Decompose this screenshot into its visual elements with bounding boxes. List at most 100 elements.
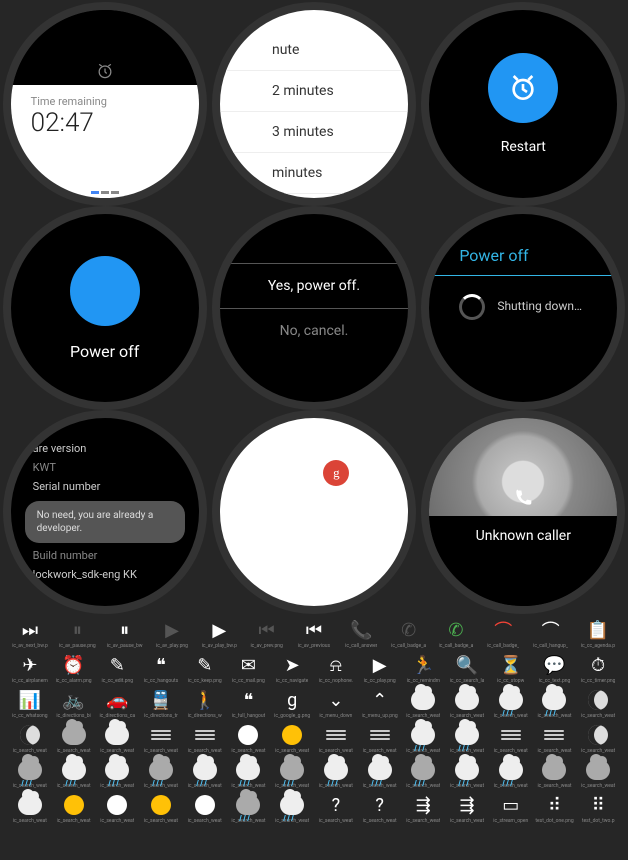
agenda-icon[interactable]: 📋ic_cc_agenda.p bbox=[576, 618, 620, 649]
alarm-icon bbox=[95, 61, 115, 81]
r11-icon[interactable]: ic_search_weat bbox=[445, 758, 489, 789]
mail-icon[interactable]: ✉ic_cc_mail.png bbox=[227, 653, 271, 684]
poweroff-button[interactable] bbox=[70, 256, 140, 326]
w-cr2-icon[interactable]: ic_search_weat bbox=[445, 723, 489, 754]
play2-icon[interactable]: ▶ic_cc_play.png bbox=[358, 653, 402, 684]
s2-icon[interactable]: ic_search_weat bbox=[52, 793, 96, 824]
car-icon[interactable]: 🚗ic_directions_ca bbox=[95, 688, 139, 719]
walk-icon[interactable]: 🚶ic_directions_w bbox=[183, 688, 227, 719]
play-icon[interactable]: ▶ic_av_play_bw.p bbox=[197, 618, 241, 649]
w-cr1-icon[interactable]: ic_search_weat bbox=[401, 723, 445, 754]
search-icon[interactable]: 🔍ic_cc_search_la bbox=[445, 653, 489, 684]
r10-icon[interactable]: ic_search_weat bbox=[401, 758, 445, 789]
hangout2-icon[interactable]: ❝ic_full_hangout bbox=[227, 688, 271, 719]
s3-icon[interactable]: ic_search_weat bbox=[95, 793, 139, 824]
stopw-icon[interactable]: ⏳ic_cc_stopw bbox=[489, 653, 533, 684]
dot1-icon[interactable]: ⠾test_dot_one.png bbox=[533, 793, 577, 824]
call-badge-dim-icon[interactable]: ✆ic_call_badge_a bbox=[387, 618, 431, 649]
stream-icon[interactable]: ▭ic_stream_open bbox=[489, 793, 533, 824]
s1-icon[interactable]: ic_search_weat bbox=[8, 793, 52, 824]
hangouts-icon[interactable]: ❝ic_cc_hangouts bbox=[139, 653, 183, 684]
s4-icon[interactable]: ic_search_weat bbox=[139, 793, 183, 824]
w-cloud2-icon[interactable]: ic_search_weat bbox=[95, 723, 139, 754]
weather1-icon[interactable]: ic_search_weat bbox=[401, 688, 445, 719]
confirm-no-button[interactable]: No, cancel. bbox=[220, 309, 408, 353]
prev-dim-icon[interactable]: ⏮ic_av_prev.png bbox=[245, 618, 289, 649]
w-fog3-icon[interactable]: ic_search_weat bbox=[314, 723, 358, 754]
nophone-icon[interactable]: ⍾ic_cc_nophone. bbox=[314, 653, 358, 684]
call-hangup-w-icon[interactable]: ⌒ic_call_hangup_ bbox=[529, 618, 573, 649]
whatsong-icon[interactable]: 📊ic_cc_whatsong bbox=[8, 688, 52, 719]
r12-icon[interactable]: ic_search_weat bbox=[489, 758, 533, 789]
w-circle-icon[interactable]: ic_search_weat bbox=[227, 723, 271, 754]
w-fog6-icon[interactable]: ic_search_weat bbox=[533, 723, 577, 754]
r6-icon[interactable]: ic_search_weat bbox=[227, 758, 271, 789]
down-icon[interactable]: ⌄ic_menu_down bbox=[314, 688, 358, 719]
r7-icon[interactable]: ic_search_weat bbox=[270, 758, 314, 789]
r13-icon[interactable]: ic_search_weat bbox=[533, 758, 577, 789]
alarm-icon[interactable]: ⏰ic_cc_alarm.png bbox=[52, 653, 96, 684]
r3-icon[interactable]: ic_search_weat bbox=[95, 758, 139, 789]
s8-icon[interactable]: ?ic_search_weat bbox=[314, 793, 358, 824]
pause-dim-icon[interactable]: ⏸ic_av_pause.png bbox=[55, 618, 99, 649]
call-hangup-icon[interactable]: ⌒ic_call_badge_ bbox=[481, 618, 525, 649]
about-buildval[interactable]: lockwork_sdk-eng KK bbox=[19, 564, 191, 585]
bike-icon[interactable]: 🚲ic_directions_bi bbox=[52, 688, 96, 719]
icon-filename: ic_search_weat bbox=[581, 783, 615, 789]
navigate-icon[interactable]: ➤ic_cc_navigate bbox=[270, 653, 314, 684]
remind-icon[interactable]: 🏃ic_cc_remindm bbox=[401, 653, 445, 684]
r2-icon[interactable]: ic_search_weat bbox=[52, 758, 96, 789]
minute-option[interactable]: nute bbox=[220, 30, 408, 71]
w-fog-icon[interactable]: ic_search_weat bbox=[139, 723, 183, 754]
minute-option[interactable]: minutes bbox=[220, 153, 408, 194]
r1-icon[interactable]: ic_search_weat bbox=[8, 758, 52, 789]
minute-list[interactable]: nute 2 minutes 3 minutes minutes bbox=[220, 10, 408, 194]
call-badge-icon[interactable]: ✆ic_call_badge_a bbox=[434, 618, 478, 649]
r5-icon[interactable]: ic_search_weat bbox=[183, 758, 227, 789]
w-moon2-icon[interactable]: ic_search_weat bbox=[576, 723, 620, 754]
airplane-icon[interactable]: ✈ic_cc_airplanem bbox=[8, 653, 52, 684]
wind2-icon[interactable]: ⇶ic_search_weat bbox=[445, 793, 489, 824]
weather3-icon[interactable]: ic_search_weat bbox=[489, 688, 533, 719]
transit-icon[interactable]: 🚆ic_directions_tr bbox=[139, 688, 183, 719]
google-badge[interactable]: g bbox=[323, 460, 349, 486]
w-fog5-icon[interactable]: ic_search_weat bbox=[489, 723, 533, 754]
w-cloud-icon[interactable]: ic_search_weat bbox=[52, 723, 96, 754]
w-moon-icon[interactable]: ic_search_weat bbox=[8, 723, 52, 754]
weather2-icon[interactable]: ic_search_weat bbox=[445, 688, 489, 719]
wind1-icon[interactable]: ⇶ic_search_weat bbox=[401, 793, 445, 824]
weather5-icon[interactable]: ic_search_weat bbox=[576, 688, 620, 719]
dot2-icon[interactable]: ⠿test_dot_two.p bbox=[576, 793, 620, 824]
phone-icon[interactable] bbox=[513, 488, 533, 508]
about-serial[interactable]: Serial number bbox=[19, 476, 191, 497]
pause-icon[interactable]: ⏸ic_av_pause_bw bbox=[103, 618, 147, 649]
w-sun-icon[interactable]: ic_search_weat bbox=[270, 723, 314, 754]
s7-icon[interactable]: ic_search_weat bbox=[270, 793, 314, 824]
r8-icon[interactable]: ic_search_weat bbox=[314, 758, 358, 789]
r14-icon[interactable]: ic_search_weat bbox=[576, 758, 620, 789]
up-icon[interactable]: ⌃ic_menu_up.png bbox=[358, 688, 402, 719]
edit-icon[interactable]: ✎ic_cc_edit.png bbox=[95, 653, 139, 684]
next-icon[interactable]: ⏭ic_av_next_bw.p bbox=[8, 618, 52, 649]
text-icon[interactable]: 💬ic_cc_text.png bbox=[533, 653, 577, 684]
s5-icon[interactable]: ic_search_weat bbox=[183, 793, 227, 824]
watch-google[interactable]: g bbox=[212, 410, 416, 614]
r9-icon[interactable]: ic_search_weat bbox=[358, 758, 402, 789]
s9-icon[interactable]: ?ic_search_weat bbox=[358, 793, 402, 824]
timer-card[interactable]: Time remaining 02:47 bbox=[11, 85, 199, 198]
s6-icon[interactable]: ic_search_weat bbox=[227, 793, 271, 824]
timer-icon[interactable]: ⏱ic_cc_timer.png bbox=[576, 653, 620, 684]
confirm-yes-button[interactable]: Yes, power off. bbox=[220, 263, 408, 309]
w-fog4-icon[interactable]: ic_search_weat bbox=[358, 723, 402, 754]
restart-button[interactable] bbox=[488, 53, 558, 123]
call-answer-icon[interactable]: 📞ic_call_answer bbox=[339, 618, 383, 649]
google-icon[interactable]: gic_google_g.png bbox=[270, 688, 314, 719]
play-dim-icon[interactable]: ▶ic_av_play.png bbox=[150, 618, 194, 649]
minute-option[interactable]: 2 minutes bbox=[220, 71, 408, 112]
prev-icon[interactable]: ⏮ic_av_previous bbox=[292, 618, 336, 649]
keep-icon[interactable]: ✎ic_cc_keep.png bbox=[183, 653, 227, 684]
w-fog2-icon[interactable]: ic_search_weat bbox=[183, 723, 227, 754]
r4-icon[interactable]: ic_search_weat bbox=[139, 758, 183, 789]
weather4-icon[interactable]: ic_search_weat bbox=[533, 688, 577, 719]
minute-option[interactable]: 3 minutes bbox=[220, 112, 408, 153]
